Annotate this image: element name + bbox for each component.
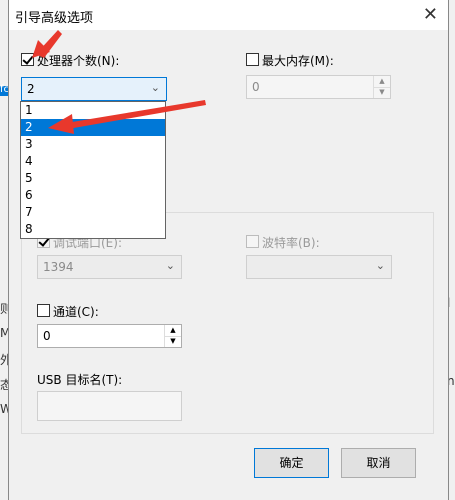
channel-label: 通道(C): — [53, 305, 99, 319]
dropdown-option[interactable]: 3 — [21, 136, 165, 153]
spin-down-icon[interactable]: ▼ — [165, 336, 181, 347]
chevron-down-icon: ⌄ — [375, 259, 385, 272]
usb-target-label: USB 目标名(T): — [37, 373, 123, 387]
dropdown-option[interactable]: 1 — [21, 102, 165, 119]
dropdown-option[interactable]: 8 — [21, 221, 165, 238]
dialog-title: 引导高级选项 — [15, 11, 94, 26]
chevron-down-icon: ⌄ — [150, 81, 160, 94]
debug-port-select[interactable]: 1394 ⌄ — [37, 255, 182, 279]
max-memory-label: 最大内存(M): — [262, 54, 334, 68]
title-bar: 引导高级选项 ✕ — [9, 0, 448, 30]
baud-rate-select[interactable]: ⌄ — [246, 255, 392, 279]
ok-button[interactable]: 确定 — [254, 448, 329, 478]
usb-target-input[interactable] — [37, 391, 182, 421]
baud-rate-label: 波特率(B): — [262, 236, 320, 250]
channel-checkbox[interactable] — [37, 304, 50, 317]
baud-rate-checkbox[interactable] — [246, 235, 259, 248]
debug-port-value: 1394 — [43, 260, 74, 274]
processors-label: 处理器个数(N): — [37, 54, 120, 68]
spin-down-icon[interactable]: ▼ — [374, 87, 390, 98]
dropdown-option[interactable]: 7 — [21, 204, 165, 221]
boot-advanced-options-dialog: 引导高级选项 ✕ 处理器个数(N): 2 ⌄ 最大内存(M): 0 ▲ ▼ 调试端… — [8, 0, 449, 500]
dropdown-option[interactable]: 6 — [21, 187, 165, 204]
processors-select[interactable]: 2 ⌄ — [21, 77, 167, 101]
dropdown-option-selected[interactable]: 2 — [21, 119, 165, 136]
channel-value: 0 — [43, 329, 51, 343]
close-icon[interactable]: ✕ — [423, 4, 438, 25]
cancel-button[interactable]: 取消 — [341, 448, 416, 478]
max-memory-checkbox[interactable] — [246, 53, 259, 66]
max-memory-value: 0 — [252, 80, 260, 94]
dropdown-option[interactable]: 4 — [21, 153, 165, 170]
max-memory-spinner[interactable]: 0 ▲ ▼ — [246, 75, 391, 99]
processors-checkbox[interactable] — [21, 53, 34, 66]
processors-selected-value: 2 — [27, 82, 35, 96]
chevron-down-icon: ⌄ — [165, 259, 175, 272]
channel-spinner[interactable]: 0 ▲ ▼ — [37, 324, 182, 348]
dropdown-option[interactable]: 5 — [21, 170, 165, 187]
processors-dropdown-list: 1 2 3 4 5 6 7 8 — [20, 101, 166, 239]
